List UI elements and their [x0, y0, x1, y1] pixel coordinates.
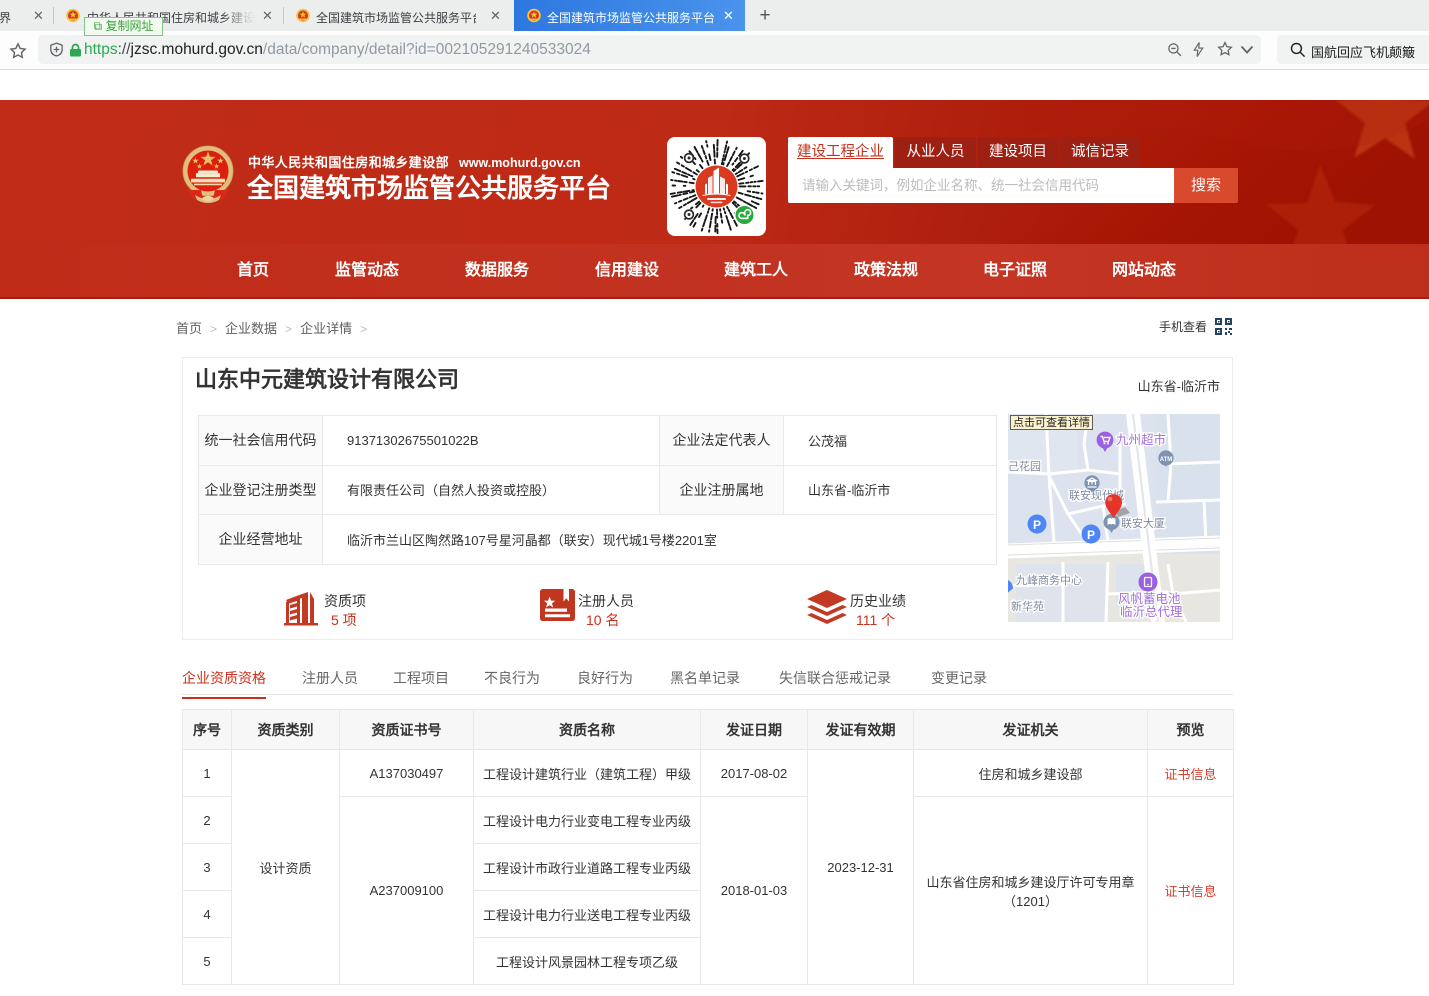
svg-text:己花园: 己花园 — [1008, 460, 1041, 473]
svg-text:风帆蓄电池: 风帆蓄电池 — [1118, 591, 1181, 606]
svg-text:临沂总代理: 临沂总代理 — [1120, 605, 1183, 619]
svg-text:新华苑: 新华苑 — [1011, 599, 1044, 613]
svg-text:ATM: ATM — [1160, 457, 1173, 463]
svg-text:九州超市: 九州超市 — [1116, 432, 1166, 447]
svg-text:联安大厦: 联安大厦 — [1121, 516, 1165, 530]
svg-text:P: P — [1087, 528, 1095, 542]
svg-text:P: P — [1033, 518, 1041, 532]
svg-text:九峰商务中心: 九峰商务中心 — [1016, 573, 1082, 587]
